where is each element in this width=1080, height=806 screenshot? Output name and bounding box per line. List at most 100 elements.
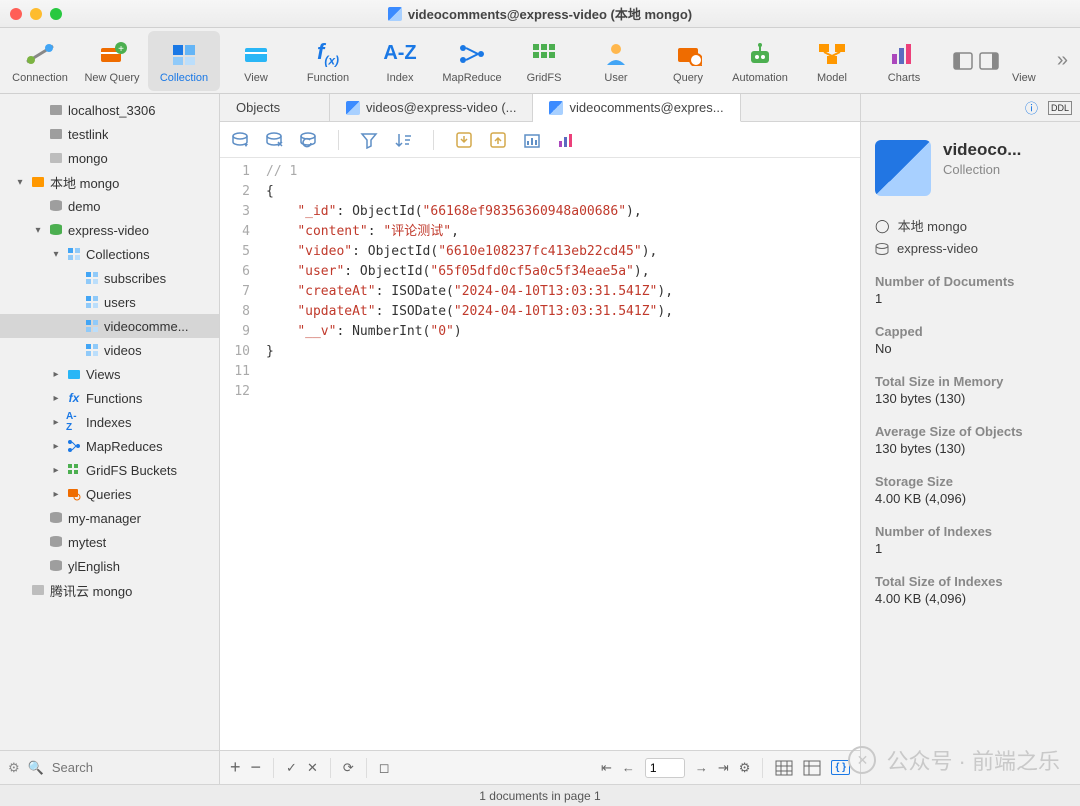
toolbar-connection[interactable]: Connection <box>4 31 76 91</box>
editor-tab[interactable]: videocomments@expres... <box>533 94 740 122</box>
toolbar-overflow[interactable]: » <box>1049 49 1076 72</box>
expand-arrow-icon[interactable]: ▾ <box>32 225 44 236</box>
tree-item-label: GridFS Buckets <box>86 463 177 478</box>
tab-label: videocomments@expres... <box>569 100 723 115</box>
stat-value: 1 <box>875 291 1066 306</box>
tree-item-label: Functions <box>86 391 142 406</box>
stat-label: Total Size in Memory <box>875 374 1066 389</box>
sort-icon[interactable] <box>393 130 413 150</box>
tree-item[interactable]: videos <box>0 338 219 362</box>
expand-arrow-icon[interactable]: ▾ <box>50 249 62 260</box>
toolbar-view-right[interactable]: View <box>999 31 1049 91</box>
analyze-icon[interactable] <box>522 130 542 150</box>
editor-tab[interactable]: videos@express-video (... <box>330 94 533 121</box>
tree-item-label: ylEnglish <box>68 559 120 574</box>
tree-item[interactable]: videocomme... <box>0 314 219 338</box>
page-input[interactable] <box>645 758 685 778</box>
toolbar-query[interactable]: Query <box>652 31 724 91</box>
export-icon[interactable] <box>488 130 508 150</box>
toolbar-gridfs[interactable]: GridFS <box>508 31 580 91</box>
expand-arrow-icon[interactable]: ▸ <box>50 369 62 380</box>
add-record-button[interactable]: + <box>230 757 241 778</box>
tree-item[interactable]: ▸ Queries <box>0 482 219 506</box>
toolbar-function[interactable]: f(x) Function <box>292 31 364 91</box>
tree-item-label: Queries <box>86 487 132 502</box>
page-next-button[interactable]: → <box>695 760 708 775</box>
toolbar-panel-toggle[interactable] <box>953 31 999 91</box>
tree-item[interactable]: my-manager <box>0 506 219 530</box>
tree-item[interactable]: ▸MapReduces <box>0 434 219 458</box>
tree-item[interactable]: ▾express-video <box>0 218 219 242</box>
expand-arrow-icon[interactable]: ▸ <box>50 489 62 500</box>
toolbar-view[interactable]: View <box>220 31 292 91</box>
page-prev-button[interactable]: ← <box>622 760 635 775</box>
stat-label: Total Size of Indexes <box>875 574 1066 589</box>
import-icon[interactable] <box>454 130 474 150</box>
connection-tree[interactable]: localhost_3306testlinkmongo▾本地 mongodemo… <box>0 94 219 750</box>
database-small-icon <box>875 242 889 256</box>
tree-item-label: Collections <box>86 247 150 262</box>
info-tab-icon[interactable]: ⓘ <box>1025 98 1038 117</box>
collection-icon <box>549 101 563 115</box>
cancel-button[interactable]: ✕ <box>307 760 318 776</box>
expand-arrow-icon[interactable]: ▸ <box>50 417 62 428</box>
tree-item[interactable]: ▾本地 mongo <box>0 170 219 194</box>
toolbar-new-query[interactable]: + New Query <box>76 31 148 91</box>
json-view-button[interactable]: { } <box>831 760 850 775</box>
tree-item[interactable]: users <box>0 290 219 314</box>
tree-item[interactable]: mytest <box>0 530 219 554</box>
stat-item: Number of Documents1 <box>875 274 1066 306</box>
stop-icon[interactable] <box>264 130 284 150</box>
delete-record-button[interactable]: − <box>251 757 262 778</box>
collection-icon <box>346 101 360 115</box>
tree-item[interactable]: localhost_3306 <box>0 98 219 122</box>
stop-button[interactable]: ◻ <box>379 760 390 776</box>
connection-name: 本地 mongo <box>898 216 967 235</box>
grid-view-button[interactable] <box>775 760 793 776</box>
tree-item[interactable]: 腾讯云 mongo <box>0 578 219 602</box>
toolbar-index[interactable]: A-Z Index <box>364 31 436 91</box>
settings-icon[interactable]: ⚙ <box>8 760 20 776</box>
expand-arrow-icon[interactable]: ▸ <box>50 441 62 452</box>
tree-item[interactable]: subscribes <box>0 266 219 290</box>
editor-tab[interactable]: Objects <box>220 94 330 121</box>
toolbar-mapreduce[interactable]: MapReduce <box>436 31 508 91</box>
tree-item[interactable]: ▸fxFunctions <box>0 386 219 410</box>
collection-icon <box>388 7 402 21</box>
ddl-tab-icon[interactable]: DDL <box>1048 101 1072 115</box>
info-panel: ⓘ DDL videoco... Collection ◯本地 mongo ex… <box>860 94 1080 784</box>
commit-button[interactable]: ✓ <box>286 760 297 776</box>
page-last-button[interactable]: ⇥ <box>718 760 729 776</box>
tree-item[interactable]: mongo <box>0 146 219 170</box>
toolbar-charts[interactable]: Charts <box>868 31 940 91</box>
expand-arrow-icon[interactable]: ▾ <box>14 177 26 188</box>
cyl-icon <box>48 558 64 574</box>
tree-item[interactable]: ▸ GridFS Buckets <box>0 458 219 482</box>
refresh-button[interactable]: ⟳ <box>343 760 354 776</box>
search-icon: 🔍 <box>28 760 44 776</box>
toolbar-model[interactable]: Model <box>796 31 868 91</box>
tree-item[interactable]: ▸A-ZIndexes <box>0 410 219 434</box>
filter-icon[interactable] <box>359 130 379 150</box>
page-settings-icon[interactable]: ⚙ <box>739 760 751 776</box>
toolbar-user[interactable]: User <box>580 31 652 91</box>
tree-item-label: subscribes <box>104 271 166 286</box>
chart-icon[interactable] <box>556 130 576 150</box>
tree-item[interactable]: ylEnglish <box>0 554 219 578</box>
tree-item[interactable]: ▸Views <box>0 362 219 386</box>
toolbar-collection[interactable]: Collection <box>148 31 220 91</box>
expand-arrow-icon[interactable]: ▸ <box>50 393 62 404</box>
sidebar-search-input[interactable] <box>52 760 228 775</box>
page-first-button[interactable]: ⇤ <box>601 760 612 776</box>
tree-item[interactable]: testlink <box>0 122 219 146</box>
tree-view-button[interactable] <box>803 760 821 776</box>
tree-item[interactable]: ▾ Collections <box>0 242 219 266</box>
json-editor[interactable]: 123456789101112 // 1 { "_id": ObjectId("… <box>220 158 860 750</box>
expand-arrow-icon[interactable]: ▸ <box>50 465 62 476</box>
tree-item-label: 腾讯云 mongo <box>50 581 132 600</box>
stat-item: Storage Size4.00 KB (4,096) <box>875 474 1066 506</box>
toolbar-automation[interactable]: Automation <box>724 31 796 91</box>
tree-item[interactable]: demo <box>0 194 219 218</box>
run-icon[interactable] <box>230 130 250 150</box>
refresh-data-icon[interactable] <box>298 130 318 150</box>
